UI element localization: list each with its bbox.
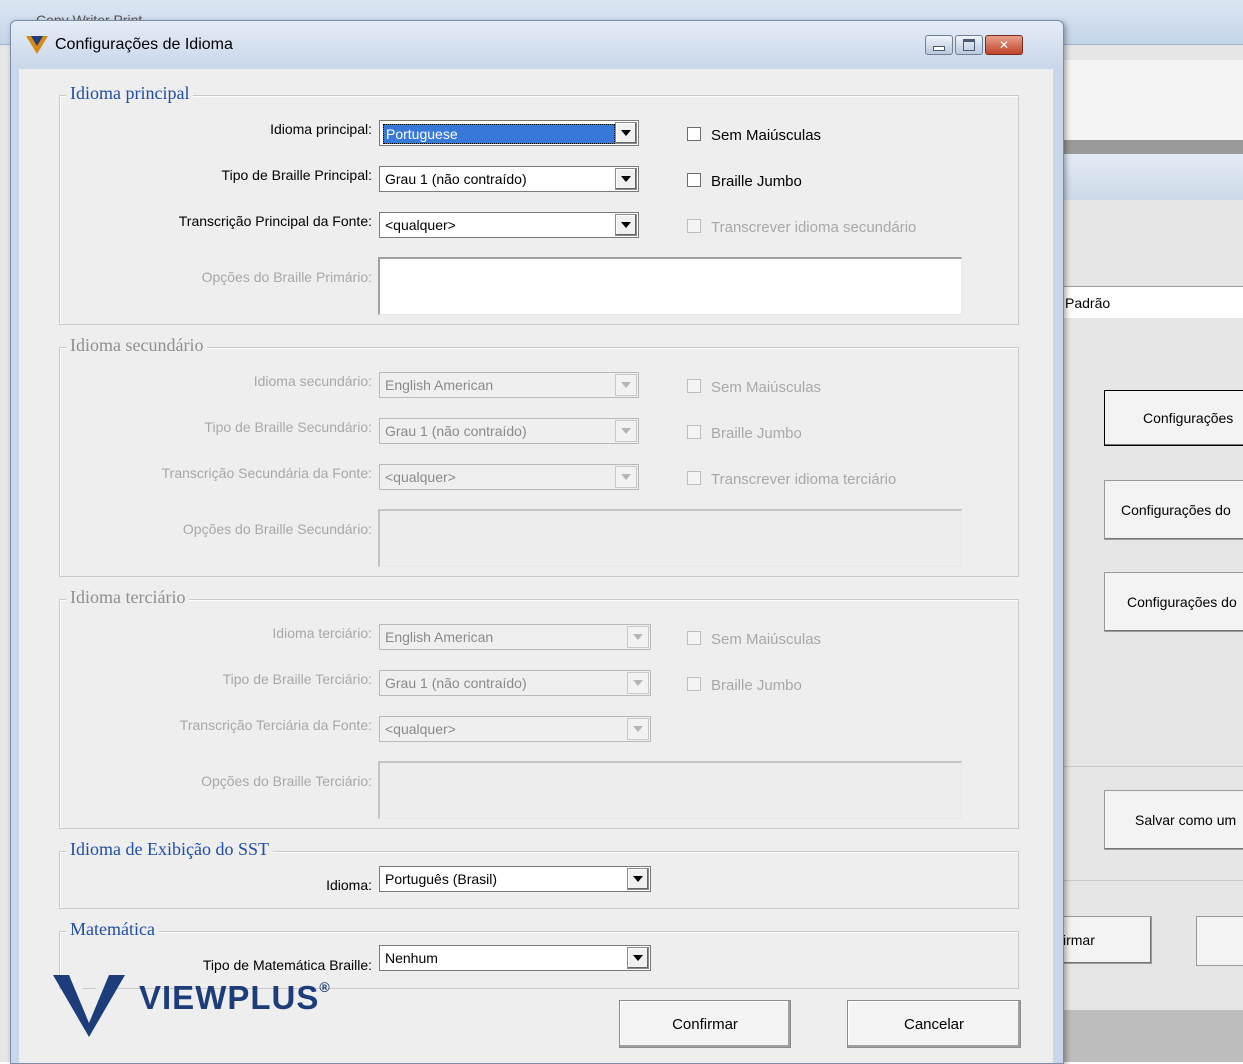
primary-options-label: Opções do Braille Primário: xyxy=(201,269,372,285)
display-language-select[interactable]: Português (Brasil) xyxy=(379,866,651,892)
tertiary-language-value: English American xyxy=(385,629,494,645)
dropdown-arrow-icon xyxy=(615,168,637,190)
tertiary-source-select[interactable]: <qualquer> xyxy=(379,716,651,742)
primary-jumbo-checkbox[interactable] xyxy=(687,173,701,187)
primary-jumbo-label: Braille Jumbo xyxy=(711,173,802,190)
secondary-language-select[interactable]: English American xyxy=(379,372,639,398)
dropdown-arrow-icon xyxy=(615,420,637,442)
math-type-value: Nenhum xyxy=(385,950,438,966)
background-statusbar xyxy=(1062,1010,1243,1062)
tertiary-language-label: Idioma terciário: xyxy=(272,625,372,641)
tertiary-no-caps-checkbox[interactable] xyxy=(687,631,701,645)
secondary-language-label: Idioma secundário: xyxy=(253,373,372,389)
close-icon: ✕ xyxy=(998,38,1010,52)
background-profile-field[interactable]: Padrão xyxy=(1060,286,1243,318)
secondary-no-caps-label: Sem Maiúsculas xyxy=(711,379,822,396)
primary-no-caps-label: Sem Maiúsculas xyxy=(711,127,822,144)
language-settings-dialog: Configurações de Idioma ✕ Idioma princip… xyxy=(10,20,1064,1064)
dropdown-arrow-icon xyxy=(615,214,637,236)
dropdown-arrow-icon xyxy=(627,868,649,890)
background-save-as-button[interactable]: Salvar como um xyxy=(1104,790,1243,850)
primary-transcribe-label: Transcrever idioma secundário xyxy=(711,219,917,236)
tertiary-braille-type-select[interactable]: Grau 1 (não contraído) xyxy=(379,670,651,696)
dropdown-arrow-icon xyxy=(615,466,637,488)
primary-braille-type-select[interactable]: Grau 1 (não contraído) xyxy=(379,166,639,192)
tertiary-jumbo-checkbox[interactable] xyxy=(687,677,701,691)
maximize-button[interactable] xyxy=(955,35,983,55)
background-settings-button-2[interactable]: Configurações do xyxy=(1104,480,1243,540)
primary-transcribe-checkbox[interactable] xyxy=(687,219,701,233)
viewplus-logo: VIEWPLUS® xyxy=(53,971,353,1041)
dropdown-arrow-icon xyxy=(627,718,649,740)
primary-source-select[interactable]: <qualquer> xyxy=(379,212,639,238)
close-button[interactable]: ✕ xyxy=(985,35,1023,55)
secondary-jumbo-label: Braille Jumbo xyxy=(711,425,802,442)
background-header xyxy=(1062,154,1243,200)
dropdown-arrow-icon xyxy=(627,947,649,969)
maximize-icon xyxy=(956,36,982,54)
primary-source-label: Transcrição Principal da Fonte: xyxy=(178,213,372,229)
viewplus-logo-icon xyxy=(53,975,125,1037)
secondary-no-caps-checkbox[interactable] xyxy=(687,379,701,393)
display-group-title: Idioma de Exibição do SST xyxy=(66,839,273,860)
dialog-title: Configurações de Idioma xyxy=(55,36,233,53)
display-language-value: Português (Brasil) xyxy=(385,871,498,887)
primary-source-value: <qualquer> xyxy=(385,217,456,233)
secondary-transcribe-label: Transcrever idioma terciário xyxy=(711,471,897,488)
tertiary-braille-type-value: Grau 1 (não contraído) xyxy=(385,675,527,691)
secondary-source-select[interactable]: <qualquer> xyxy=(379,464,639,490)
tertiary-options-label: Opções do Braille Terciário: xyxy=(201,773,372,789)
math-group-title: Matemática xyxy=(66,919,159,940)
secondary-language-value: English American xyxy=(385,377,494,393)
background-settings-button-1[interactable]: Configurações xyxy=(1104,390,1243,446)
secondary-transcribe-checkbox[interactable] xyxy=(687,471,701,485)
tertiary-no-caps-label: Sem Maiúsculas xyxy=(711,631,822,648)
dialog-client-area: Idioma principal Idioma principal: Portu… xyxy=(19,69,1053,1063)
background-settings-button-3[interactable]: Configurações do xyxy=(1104,572,1243,632)
primary-language-select[interactable]: Portuguese xyxy=(379,120,639,146)
primary-braille-type-value: Grau 1 (não contraído) xyxy=(385,171,527,187)
tertiary-source-value: <qualquer> xyxy=(385,721,456,737)
tertiary-braille-type-label: Tipo de Braille Terciário: xyxy=(222,671,372,687)
background-divider xyxy=(1062,140,1243,154)
tertiary-language-select[interactable]: English American xyxy=(379,624,651,650)
tertiary-source-label: Transcrição Terciária da Fonte: xyxy=(179,717,372,733)
secondary-braille-type-select[interactable]: Grau 1 (não contraído) xyxy=(379,418,639,444)
primary-language-value: Portuguese xyxy=(383,124,615,144)
dialog-titlebar[interactable]: Configurações de Idioma ✕ xyxy=(11,21,1063,69)
secondary-jumbo-checkbox[interactable] xyxy=(687,425,701,439)
primary-options-field[interactable] xyxy=(378,257,962,315)
tertiary-jumbo-label: Braille Jumbo xyxy=(711,677,802,694)
display-language-label: Idioma: xyxy=(326,877,372,893)
background-separator xyxy=(1062,880,1243,881)
minimize-icon xyxy=(926,36,952,54)
background-separator xyxy=(1062,766,1243,767)
confirm-button[interactable]: Confirmar xyxy=(619,1000,791,1048)
dropdown-arrow-icon xyxy=(615,122,637,144)
secondary-braille-type-label: Tipo de Braille Secundário: xyxy=(204,419,372,435)
dropdown-arrow-icon xyxy=(627,626,649,648)
secondary-source-value: <qualquer> xyxy=(385,469,456,485)
secondary-options-field[interactable] xyxy=(378,509,962,567)
primary-no-caps-checkbox[interactable] xyxy=(687,127,701,141)
background-cancel-button[interactable] xyxy=(1196,916,1243,966)
minimize-button[interactable] xyxy=(925,35,953,55)
viewplus-logo-text: VIEWPLUS® xyxy=(139,979,331,1016)
math-type-select[interactable]: Nenhum xyxy=(379,945,651,971)
cancel-button[interactable]: Cancelar xyxy=(847,1000,1021,1048)
dropdown-arrow-icon xyxy=(615,374,637,396)
background-toolbar xyxy=(1062,60,1243,141)
primary-language-label: Idioma principal: xyxy=(270,121,372,137)
tertiary-group-title: Idioma terciário xyxy=(66,587,190,608)
secondary-source-label: Transcrição Secundária da Fonte: xyxy=(161,465,372,481)
tertiary-options-field[interactable] xyxy=(378,761,962,819)
secondary-options-label: Opções do Braille Secundário: xyxy=(182,521,372,537)
viewplus-app-icon xyxy=(26,36,48,54)
secondary-group-title: Idioma secundário xyxy=(66,335,208,356)
primary-group-title: Idioma principal xyxy=(66,83,194,104)
dropdown-arrow-icon xyxy=(627,672,649,694)
primary-braille-type-label: Tipo de Braille Principal: xyxy=(221,167,372,183)
secondary-braille-type-value: Grau 1 (não contraído) xyxy=(385,423,527,439)
